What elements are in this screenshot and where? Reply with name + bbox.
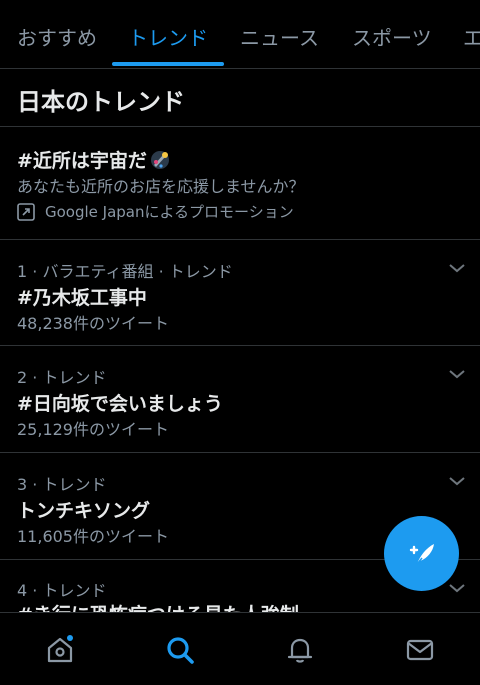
trend-item[interactable]: 2 · トレンド #日向坂で会いましょう 25,129件のツイート [0,346,480,452]
divider [0,126,480,127]
active-tab-indicator [112,62,224,66]
chevron-down-icon[interactable] [448,475,466,487]
promoted-by: Google Japanによるプロモーション [17,201,294,222]
trend-name: #乃木坂工事中 [17,287,147,309]
trend-meta: 3 · トレンド [17,475,107,494]
tab-sports[interactable]: スポーツ [352,22,432,51]
chevron-down-icon[interactable] [448,368,466,380]
trend-meta: 1 · バラエティ番組 · トレンド [17,262,233,281]
bottom-navigation [0,612,480,685]
home-icon[interactable] [45,635,75,665]
trend-meta: 4 · トレンド [17,581,107,600]
tab-news[interactable]: ニュース [240,22,319,51]
search-icon[interactable] [165,635,195,665]
chevron-down-icon[interactable] [448,582,466,594]
promoted-trend-title: #近所は宇宙だ [17,146,171,173]
promoted-trend-description: あなたも近所のお店を応援しませんか？ [17,177,305,196]
notifications-icon[interactable] [285,635,315,665]
trend-name: #日向坂で会いましょう [17,393,223,415]
trend-tweet-count: 25,129件のツイート [17,420,169,439]
explore-tabs: おすすめ トレンド ニュース スポーツ エ [0,0,480,69]
tab-trending[interactable]: トレンド [128,22,208,51]
compose-tweet-button[interactable] [384,516,459,591]
trend-item[interactable]: 1 · バラエティ番組 · トレンド #乃木坂工事中 48,238件のツイート [0,240,480,345]
rocket-emoji-icon [150,151,169,169]
promoted-trend-hashtag: #近所は宇宙だ [17,150,147,172]
tab-entertainment[interactable]: エ [463,22,480,51]
trend-tweet-count: 11,605件のツイート [17,527,169,546]
trend-name: #き行に恐怖症つける見た人強制 [17,600,299,612]
promoted-icon [17,202,35,221]
trend-tweet-count: 48,238件のツイート [17,314,169,333]
promoted-by-label: Google Japanによるプロモーション [45,203,294,221]
trend-meta: 2 · トレンド [17,368,107,387]
chevron-down-icon[interactable] [448,262,466,274]
compose-tweet-icon [409,543,434,564]
messages-icon[interactable] [405,635,435,665]
section-title: 日本のトレンド [17,88,185,116]
tab-recommended[interactable]: おすすめ [17,22,97,51]
trend-name: トンチキソング [17,500,151,522]
